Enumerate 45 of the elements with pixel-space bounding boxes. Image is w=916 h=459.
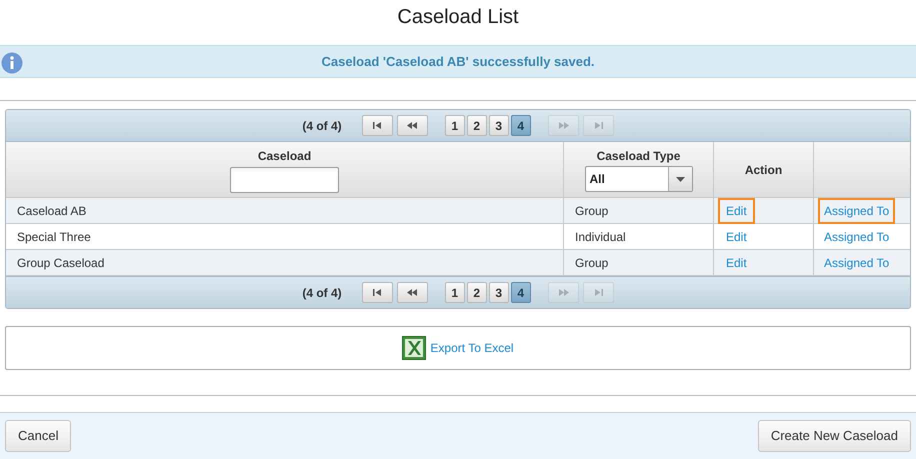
caseload-type: Individual [575, 228, 626, 246]
page-button[interactable]: 1 [444, 282, 465, 303]
caseload-type: Group [575, 202, 608, 220]
last-page-icon [594, 122, 603, 129]
dropdown-toggle[interactable] [668, 167, 692, 191]
next-page-icon [558, 122, 569, 129]
caret-icon [676, 176, 684, 182]
first-page-icon [372, 122, 382, 129]
column-header-label: Caseload [258, 148, 312, 164]
page-button[interactable]: 3 [488, 115, 509, 136]
pager-nav-button[interactable] [396, 282, 428, 303]
spreadsheet-icon [402, 336, 426, 360]
create-new-caseload-button[interactable]: Create New Caseload [758, 420, 911, 452]
page-title: Caseload List [396, 5, 520, 29]
pager-nav-button[interactable] [362, 115, 393, 136]
page-button[interactable]: 2 [466, 282, 487, 303]
last-page-icon [594, 289, 603, 296]
pager-summary: (4 of 4) [302, 284, 342, 302]
caseload-filter-field[interactable] [230, 166, 339, 192]
dropdown-value: All [588, 171, 606, 188]
caseload-type-dropdown[interactable]: All [584, 166, 692, 192]
next-page-icon [558, 289, 569, 296]
info-icon [1, 52, 23, 74]
pager-nav-button[interactable] [396, 115, 428, 136]
page-button[interactable]: 1 [444, 115, 465, 136]
assigned-to-link[interactable]: Assigned To [818, 224, 896, 250]
caseload-name: Caseload AB [17, 202, 86, 220]
caseload-name: Special Three [17, 228, 91, 246]
caseload-type: Group [575, 254, 608, 272]
column-header-label: Caseload Type [596, 148, 680, 165]
pager-nav-button[interactable] [362, 282, 393, 303]
page-button[interactable]: 3 [488, 282, 509, 303]
column-header-label: Action [744, 162, 782, 178]
cancel-button[interactable]: Cancel [5, 420, 72, 452]
page-button[interactable]: 4 [510, 115, 531, 136]
edit-link[interactable]: Edit [718, 224, 755, 250]
first-page-icon [372, 289, 382, 296]
success-message: Caseload 'Caseload AB' successfully saved. [321, 52, 595, 71]
pager-summary: (4 of 4) [302, 118, 342, 134]
page-button[interactable]: 2 [466, 115, 487, 136]
page-button[interactable]: 4 [510, 282, 531, 303]
previous-page-icon [406, 122, 418, 129]
export-to-excel-link[interactable]: Export To Excel [430, 339, 514, 357]
previous-page-icon [406, 289, 418, 296]
caseload-name: Group Caseload [17, 254, 104, 272]
